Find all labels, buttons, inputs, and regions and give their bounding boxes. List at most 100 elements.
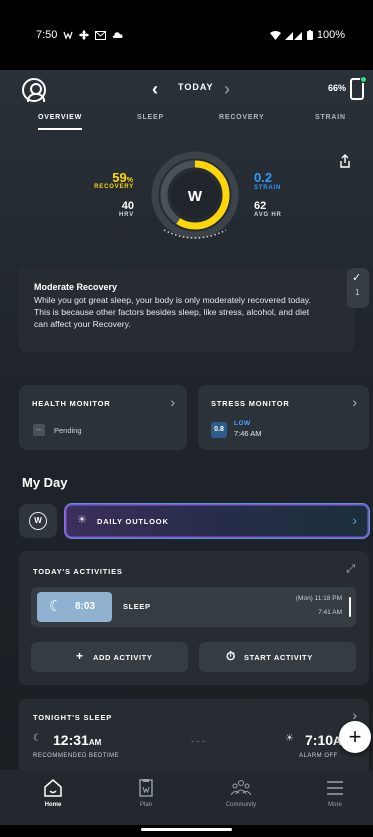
insight-count: 1 [355,288,360,297]
chevron-right-icon: › [352,394,357,410]
gesture-handle[interactable] [141,828,232,831]
start-activity-button[interactable]: ⏱ START ACTIVITY [199,642,356,672]
strain-value: 0.2 [254,170,273,185]
recovery-stat[interactable]: 59% [103,170,133,185]
plan-icon [139,779,153,797]
health-monitor-title: HEALTH MONITOR [32,399,111,408]
chevron-right-icon: › [170,394,175,410]
stress-time: 7:46 AM [234,429,262,438]
hrv-label: HRV [119,212,134,218]
nav-home-label: Home [44,802,62,808]
system-status-bar: 7:50 100% [0,0,373,70]
sleep-duration: 8:03 [75,601,96,612]
fan-notification-icon [79,30,90,40]
avg-hr-value: 62 [254,200,267,212]
top-bar: ‹ TODAY › 66% [0,70,373,110]
daily-outlook-button[interactable]: ☀ DAILY OUTLOOK › [64,503,370,539]
tab-strain[interactable]: STRAIN [315,114,346,121]
hrv-value: 40 [121,200,134,212]
insight-body: While you got great sleep, your body is … [34,295,311,329]
add-activity-button[interactable]: + ADD ACTIVITY [31,642,188,672]
nav-plan[interactable]: Plan [116,778,176,808]
recovery-label-wrap: RECOVERY [82,184,134,190]
add-fab-button[interactable]: + [339,721,371,753]
health-monitor-card[interactable]: HEALTH MONITOR › – Pending [19,385,187,450]
activities-title: TODAY'S ACTIVITIES [33,567,123,576]
overview-tabs: OVERVIEW SLEEP RECOVERY STRAIN [0,114,373,136]
nav-community[interactable]: Community [211,778,271,808]
sleep-separator: - - - [191,736,205,746]
nav-more-label: More [328,802,342,808]
gmail-notification-icon [95,30,107,40]
battery-status-icon [306,30,313,40]
stress-value: 0.8 [211,422,227,438]
avg-hr-label: AVG HR [254,212,282,218]
stopwatch-icon: ⏱ [226,649,236,663]
expand-icon[interactable]: ⤢ [346,563,355,576]
plus-icon: + [76,649,84,663]
alarm-time: 7:10A [305,732,342,748]
recovery-label: RECOVERY [94,184,134,190]
sunset-icon: ☾ [33,733,42,744]
activity-start-time: (Mon) 11:18 PM [295,595,342,602]
next-day-chevron-icon[interactable]: › [224,79,230,100]
menu-icon [327,781,343,795]
gauge-logo: W [188,188,203,205]
whoop-coach-button[interactable]: W [19,504,57,538]
strain-stat[interactable]: 0.2 STRAIN [254,170,281,191]
start-activity-label: START ACTIVITY [244,653,313,662]
status-left: 7:50 [36,29,124,41]
strap-battery-percent: 66% [328,83,347,93]
activity-indicator-bar [349,597,351,617]
whoop-logo-icon: W [29,512,47,530]
tab-overview[interactable]: OVERVIEW [38,114,83,130]
tab-sleep[interactable]: SLEEP [137,114,164,121]
recovery-unit: % [126,177,133,184]
battery-percent: 100% [316,29,345,41]
insight-title: Moderate Recovery [34,282,118,292]
profile-icon[interactable] [22,78,46,102]
stress-level: LOW [234,420,251,427]
alarm-label: ALARM OFF [299,753,338,759]
pending-badge: – [33,424,45,436]
tab-recovery[interactable]: RECOVERY [219,114,264,121]
share-icon[interactable] [339,154,351,168]
tonights-sleep-title: TONIGHT'S SLEEP [33,713,113,722]
nav-home[interactable]: Home [23,778,83,808]
nav-plan-label: Plan [139,802,152,808]
stress-monitor-card[interactable]: STRESS MONITOR › 0.8 LOW 7:46 AM [198,385,369,450]
activity-name: SLEEP [123,602,151,611]
status-right: 100% [269,29,345,41]
chevron-right-icon: › [352,512,357,528]
strain-label: STRAIN [254,185,282,191]
alarm-value: 7:10 [305,732,334,748]
hrv-stat[interactable]: 40 HRV [100,200,134,218]
app-screen: ‹ TODAY › 66% OVERVIEW SLEEP RECOVERY ST… [0,70,373,770]
bedtime-label: RECOMMENDED BEDTIME [33,753,120,759]
activity-row-sleep[interactable]: ☾ 8:03 SLEEP (Mon) 11:18 PM 7:41 AM [31,587,356,627]
status-time: 7:50 [36,29,58,41]
strap-connected-dot [360,76,367,83]
add-activity-label: ADD ACTIVITY [93,653,153,662]
moon-icon: ☾ [49,598,63,615]
nav-more[interactable]: More [305,778,365,808]
recommended-bedtime: 12:31AM [53,732,101,748]
wifi-icon [269,30,281,40]
date-label[interactable]: TODAY [178,82,214,92]
previous-day-chevron-icon[interactable]: ‹ [152,79,158,100]
community-icon [231,780,251,796]
recovery-insight-card[interactable]: Moderate Recovery While you got great sl… [18,267,355,352]
tonights-sleep-card[interactable]: TONIGHT'S SLEEP › ☾ 12:31AM RECOMMENDED … [19,699,369,770]
home-icon [44,779,62,797]
avg-hr-stat[interactable]: 62 AVG HR [254,200,282,218]
bedtime-value: 12:31 [53,732,89,748]
checkmark-icon: ✓ [352,272,362,284]
cloud-notification-icon [113,32,124,38]
sunrise-icon: ☀ [77,514,87,526]
insight-check-button[interactable]: ✓ 1 [347,268,369,308]
my-day-title: My Day [22,475,68,490]
w-notification-icon [63,31,73,40]
recovery-strain-gauge[interactable]: W [150,150,240,245]
stress-monitor-title: STRESS MONITOR [211,399,290,408]
bedtime-suffix: AM [88,738,102,747]
